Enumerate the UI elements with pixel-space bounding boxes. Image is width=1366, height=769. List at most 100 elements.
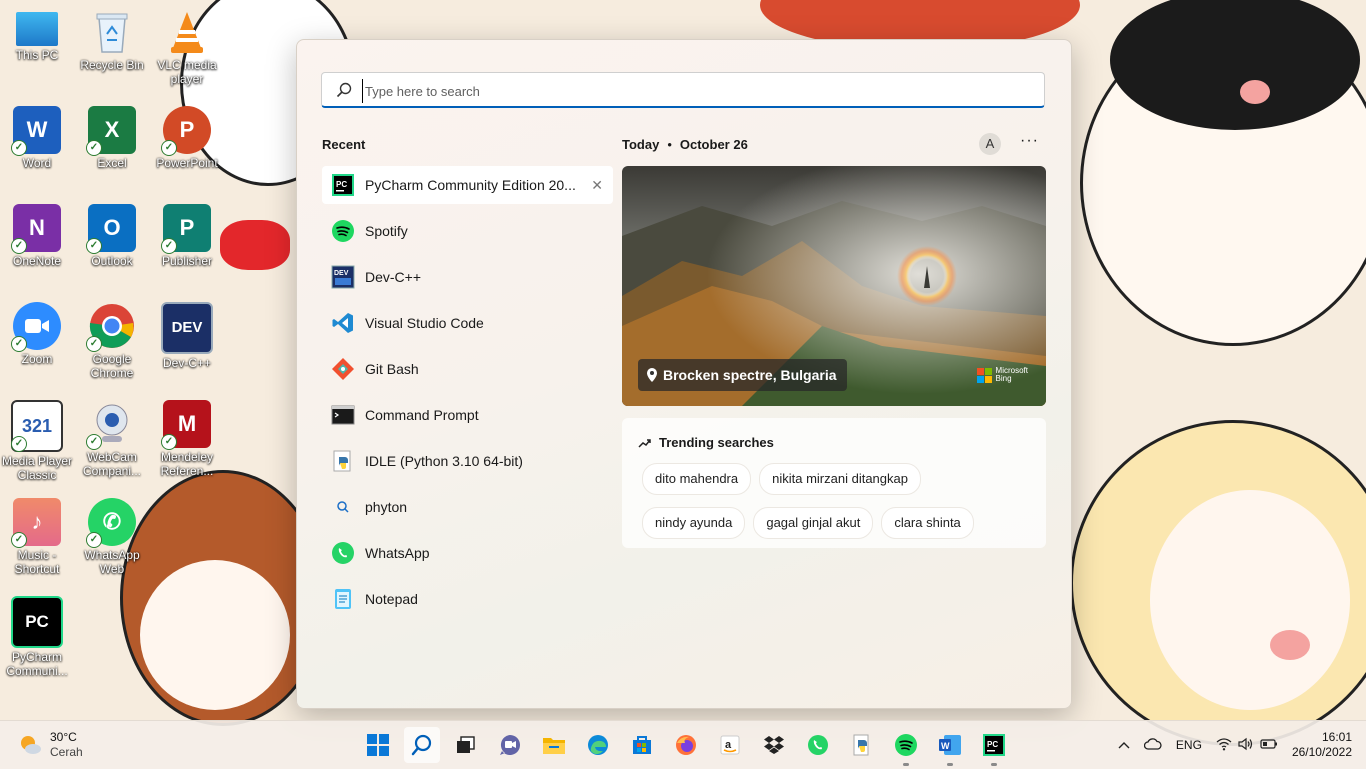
word-taskbar-button[interactable]: W [932, 727, 968, 766]
language-indicator[interactable]: ENG [1176, 738, 1202, 752]
word-icon: W [939, 735, 961, 755]
teams-chat-button[interactable] [492, 727, 528, 763]
desktop-icon-this-pc[interactable]: This PC [0, 4, 74, 98]
firefox-icon [676, 735, 696, 755]
outlook-icon: O ✓ [86, 204, 136, 254]
desktop-icon-excel[interactable]: X ✓ Excel [75, 102, 149, 196]
account-avatar[interactable]: A [979, 133, 1001, 155]
git-bash-icon [332, 358, 354, 380]
recent-item-command-prompt[interactable]: Command Prompt [322, 396, 613, 434]
show-hidden-icons-button[interactable] [1118, 738, 1130, 752]
svg-text:DEV: DEV [334, 270, 349, 277]
desktop-icon-vlc[interactable]: VLC media player [150, 4, 224, 98]
recent-item-vscode[interactable]: Visual Studio Code [322, 304, 613, 342]
hero-caption[interactable]: Brocken spectre, Bulgaria [638, 359, 847, 391]
more-options-button[interactable]: ··· [1020, 132, 1039, 150]
remove-icon[interactable]: ✕ [591, 177, 603, 194]
trending-arrow-icon [638, 438, 651, 448]
trending-title: Trending searches [638, 435, 774, 450]
bing-hero-image[interactable]: Brocken spectre, Bulgaria Microsoft Bing [622, 166, 1046, 406]
battery-button[interactable] [1260, 738, 1278, 753]
file-explorer-button[interactable] [536, 727, 572, 763]
clock[interactable]: 16:01 26/10/2022 [1292, 730, 1352, 760]
firefox-button[interactable] [668, 727, 704, 763]
amazon-button[interactable]: a [712, 727, 748, 763]
weather-desc: Cerah [50, 745, 83, 759]
trending-chip[interactable]: clara shinta [881, 507, 974, 539]
desktop-icon-publisher[interactable]: P ✓ Publisher [150, 200, 224, 294]
weather-widget[interactable]: 30°C Cerah [18, 730, 83, 760]
recent-item-phyton-search[interactable]: phyton [322, 488, 613, 526]
desktop-icon-webcam[interactable]: ✓ WebCam Compani... [75, 396, 149, 490]
microsoft-logo-icon [976, 367, 992, 383]
sync-check-icon: ✓ [11, 436, 27, 452]
recent-item-label: IDLE (Python 3.10 64-bit) [365, 453, 523, 469]
desktop-icon-label: WebCam Compani... [82, 450, 142, 478]
whatsapp-icon: ✆ ✓ [86, 498, 136, 548]
desktop-icon-media-player-classic[interactable]: 321 ✓ Media Player Classic [0, 396, 74, 490]
dropbox-button[interactable] [756, 727, 792, 763]
desktop-icon-music-shortcut[interactable]: ♪ ✓ Music - Shortcut [0, 494, 74, 588]
desktop-icon-mendeley[interactable]: M ✓ Mendeley Referen... [150, 396, 224, 490]
trending-chip[interactable]: nindy ayunda [642, 507, 746, 539]
recent-item-pycharm[interactable]: PC PyCharm Community Edition 20... ✕ [322, 166, 613, 204]
recycle-bin-icon [88, 8, 136, 56]
trending-chip[interactable]: gagal ginjal akut [753, 507, 874, 539]
vlc-icon [163, 8, 211, 56]
whatsapp-taskbar-button[interactable] [800, 727, 836, 763]
mendeley-icon: M ✓ [161, 400, 211, 450]
webcam-icon: ✓ [86, 400, 136, 450]
desktop-icon-word[interactable]: W ✓ Word [0, 102, 74, 196]
search-input[interactable] [362, 79, 1027, 103]
weather-temp: 30°C [50, 730, 77, 744]
recent-item-label: Command Prompt [365, 407, 479, 423]
start-button[interactable] [360, 727, 396, 763]
volume-button[interactable] [1238, 737, 1254, 754]
hero-caption-text: Brocken spectre, Bulgaria [663, 367, 837, 383]
desktop-icon-outlook[interactable]: O ✓ Outlook [75, 200, 149, 294]
today-label: Today [622, 137, 660, 152]
pycharm-taskbar-button[interactable]: PC [976, 727, 1012, 766]
desktop-icon-recycle-bin[interactable]: Recycle Bin [75, 4, 149, 98]
spotify-icon [332, 220, 354, 242]
desktop-icon-whatsapp-web[interactable]: ✆ ✓ WhatsApp Web [75, 494, 149, 588]
edge-button[interactable] [580, 727, 616, 763]
sync-check-icon: ✓ [161, 238, 177, 254]
clock-date: 26/10/2022 [1291, 745, 1352, 759]
trending-chip[interactable]: nikita mirzani ditangkap [759, 463, 921, 495]
desktop-icon-pycharm[interactable]: PC PyCharm Communi... [0, 592, 74, 686]
desktop-icon-label: Word [22, 156, 52, 170]
store-icon [633, 736, 651, 754]
recent-item-devcpp[interactable]: DEV Dev-C++ [322, 258, 613, 296]
speaker-icon [1238, 737, 1253, 750]
taskbar-search-button[interactable] [404, 727, 440, 763]
desktop-icon-zoom[interactable]: ✓ Zoom [0, 298, 74, 392]
wifi-button[interactable] [1216, 737, 1232, 754]
recent-item-git-bash[interactable]: Git Bash [322, 350, 613, 388]
partly-cloudy-icon [21, 736, 41, 754]
media-player-icon: 321 ✓ [11, 400, 63, 452]
recent-item-whatsapp[interactable]: WhatsApp [322, 534, 613, 572]
wifi-icon [1216, 737, 1232, 750]
recent-item-spotify[interactable]: Spotify [322, 212, 613, 250]
sync-check-icon: ✓ [11, 238, 27, 254]
python-button[interactable] [844, 727, 880, 763]
desktop-icon-powerpoint[interactable]: P ✓ PowerPoint [150, 102, 224, 196]
onedrive-button[interactable] [1143, 737, 1162, 753]
recent-item-idle[interactable]: IDLE (Python 3.10 64-bit) [322, 442, 613, 480]
microsoft-store-button[interactable] [624, 727, 660, 763]
search-icon [336, 82, 352, 98]
search-box[interactable] [321, 72, 1045, 108]
desktop-icon-devcpp[interactable]: DEV Dev-C++ [150, 298, 224, 392]
desktop-icon-onenote[interactable]: N ✓ OneNote [0, 200, 74, 294]
trending-chip[interactable]: dito mahendra [642, 463, 752, 495]
devcpp-icon: DEV [331, 265, 355, 289]
desktop-icon-chrome[interactable]: ✓ Google Chrome [75, 298, 149, 392]
desktop-icon-label: This PC [15, 48, 59, 62]
recent-item-notepad[interactable]: Notepad [322, 580, 613, 618]
whatsapp-icon [332, 542, 354, 564]
desktop-icon-label: Outlook [91, 254, 133, 268]
task-view-button[interactable] [448, 727, 484, 763]
spotify-taskbar-button[interactable] [888, 727, 924, 766]
notepad-icon [335, 589, 351, 609]
